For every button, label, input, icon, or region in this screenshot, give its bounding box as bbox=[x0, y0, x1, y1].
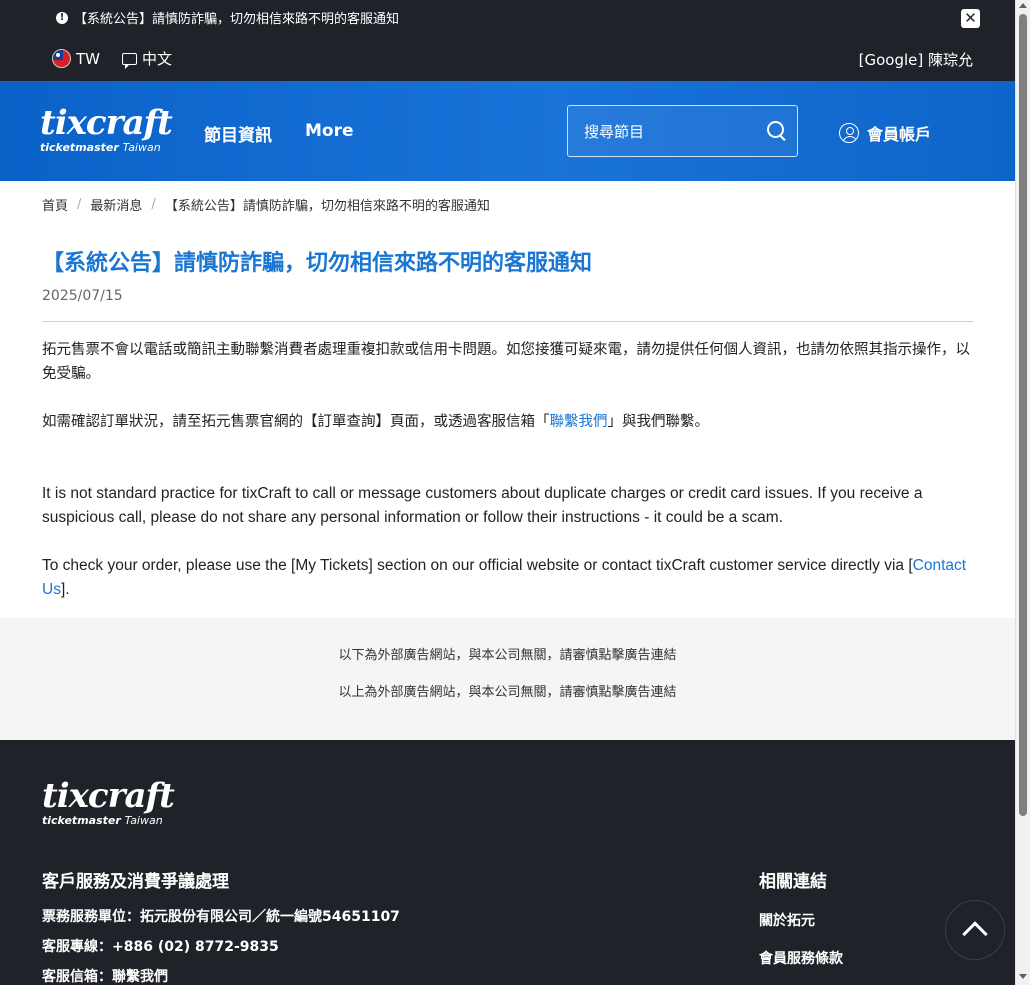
footer-logo[interactable]: tixcraft ticketmaster Taiwan bbox=[42, 776, 175, 827]
article-paragraph-zh-1: 拓元售票不會以電話或簡訊主動聯繫消費者處理重複扣款或信用卡問題。如您接獲可疑來電… bbox=[42, 342, 970, 382]
ad-disclaimer-bottom: 以上為外部廣告網站，與本公司無關，請審慎點擊廣告連結 bbox=[338, 685, 677, 700]
logo-wordmark: tixcraft bbox=[42, 776, 175, 816]
logo-wordmark: tixcraft bbox=[40, 103, 173, 143]
search-icon[interactable] bbox=[767, 121, 787, 141]
scroll-up-icon[interactable] bbox=[1019, 3, 1027, 8]
divider bbox=[42, 321, 973, 322]
footer: tixcraft ticketmaster Taiwan 客戶服務及消費爭議處理… bbox=[0, 740, 1015, 985]
service-phone: 客服專線：+886 (02) 8772-9835 bbox=[42, 939, 279, 955]
ad-section: 以下為外部廣告網站，與本公司無關，請審慎點擊廣告連結 以上為外部廣告網站，與本公… bbox=[0, 618, 1015, 740]
user-circle-icon bbox=[839, 123, 859, 143]
main-header: tixcraft ticketmaster Taiwan 節目資訊 More 搜… bbox=[0, 81, 1015, 181]
user-name-link[interactable]: [Google] 陳琮允 bbox=[859, 49, 973, 70]
related-links-column: 相關連結 關於拓元 會員服務條款 bbox=[759, 867, 843, 978]
top-bar: ! 【系統公告】請慎防詐騙，切勿相信來路不明的客服通知 ✕ TW 中文 [Goo… bbox=[0, 0, 1015, 81]
customer-service-column: 客戶服務及消費爭議處理 票務服務單位：拓元股份有限公司／統一編號54651107… bbox=[42, 867, 400, 985]
tixcraft-logo[interactable]: tixcraft ticketmaster Taiwan bbox=[40, 103, 173, 154]
breadcrumb: 首頁 / 最新消息 / 【系統公告】請慎防詐騙，切勿相信來路不明的客服通知 bbox=[42, 195, 490, 214]
breadcrumb-separator: / bbox=[151, 197, 156, 212]
scrollbar-thumb[interactable] bbox=[1019, 14, 1027, 816]
account-label: 會員帳戶 bbox=[867, 125, 932, 144]
region-label: TW bbox=[76, 49, 100, 68]
article-paragraph-en-1: It is not standard practice for tixCraft… bbox=[42, 485, 923, 526]
nav-item-more[interactable]: More bbox=[305, 121, 354, 146]
article-paragraph-zh-2: 如需確認訂單狀況，請至拓元售票官網的【訂單查詢】頁面，或透過客服信箱「聯繫我們」… bbox=[42, 414, 709, 430]
breadcrumb-home[interactable]: 首頁 bbox=[42, 195, 68, 214]
contact-us-link-zh[interactable]: 聯繫我們 bbox=[550, 414, 608, 430]
account-button[interactable]: 會員帳戶 bbox=[839, 121, 931, 145]
article-paragraph-en-2: To check your order, please use the [My … bbox=[42, 557, 967, 598]
service-unit: 票務服務單位：拓元股份有限公司／統一編號54651107 bbox=[42, 909, 400, 925]
language-label: 中文 bbox=[142, 50, 173, 68]
main-nav: 節目資訊 More bbox=[204, 121, 354, 146]
breadcrumb-news[interactable]: 最新消息 bbox=[90, 195, 142, 214]
locale-bar: TW 中文 bbox=[52, 48, 172, 69]
breadcrumb-separator: / bbox=[77, 197, 82, 212]
ad-disclaimer-top: 以下為外部廣告網站，與本公司無關，請審慎點擊廣告連結 bbox=[338, 648, 677, 663]
related-links-heading: 相關連結 bbox=[759, 872, 827, 892]
breadcrumb-current: 【系統公告】請慎防詐騙，切勿相信來路不明的客服通知 bbox=[164, 199, 490, 214]
chevron-up-icon bbox=[962, 921, 988, 947]
customer-service-heading: 客戶服務及消費爭議處理 bbox=[42, 872, 229, 892]
search-placeholder: 搜尋節目 bbox=[584, 122, 645, 141]
taiwan-flag-icon bbox=[52, 49, 71, 68]
footer-link-terms[interactable]: 會員服務條款 bbox=[759, 940, 843, 978]
back-to-top-button[interactable] bbox=[945, 900, 1005, 960]
logo-subtitle: ticketmaster Taiwan bbox=[40, 141, 161, 154]
close-notice-button[interactable]: ✕ bbox=[961, 9, 980, 28]
nav-item-events[interactable]: 節目資訊 bbox=[204, 121, 272, 146]
language-selector[interactable]: 中文 bbox=[122, 48, 172, 69]
logo-subtitle: ticketmaster Taiwan bbox=[42, 814, 163, 827]
system-notice[interactable]: ! 【系統公告】請慎防詐騙，切勿相信來路不明的客服通知 bbox=[56, 8, 399, 27]
page-scrollbar[interactable] bbox=[1015, 0, 1030, 985]
search-input[interactable]: 搜尋節目 bbox=[567, 105, 798, 157]
warning-icon: ! bbox=[56, 11, 68, 24]
chat-icon bbox=[122, 52, 137, 69]
page-title: 【系統公告】請慎防詐騙，切勿相信來路不明的客服通知 bbox=[42, 251, 593, 276]
article-date: 2025/07/15 bbox=[42, 288, 123, 304]
notice-text: 【系統公告】請慎防詐騙，切勿相信來路不明的客服通知 bbox=[74, 12, 400, 27]
region-selector[interactable]: TW bbox=[52, 49, 100, 68]
scroll-down-icon[interactable] bbox=[1019, 974, 1027, 979]
service-email[interactable]: 客服信箱：聯繫我們 bbox=[42, 962, 400, 985]
footer-link-about[interactable]: 關於拓元 bbox=[759, 902, 843, 940]
